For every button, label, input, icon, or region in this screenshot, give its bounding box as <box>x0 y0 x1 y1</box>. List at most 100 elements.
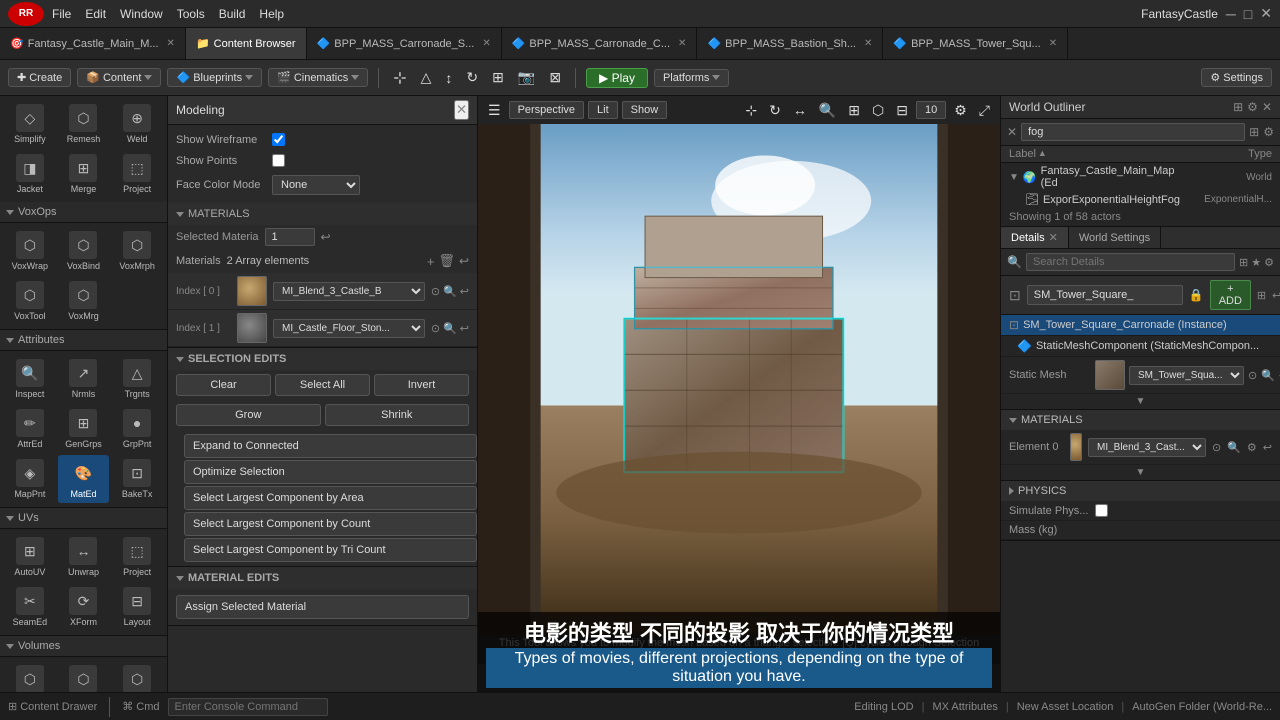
camera-icon[interactable]: 📷 <box>514 67 539 88</box>
menu-edit[interactable]: Edit <box>85 7 106 21</box>
detail-list-item-instance[interactable]: ⊡ SM_Tower_Square_Carronade (Instance) <box>1001 315 1280 336</box>
tab-bpp-mass-2[interactable]: 🔷 BPP_MASS_Carronade_C... ✕ <box>502 28 698 59</box>
tab-bpp-mass-1[interactable]: 🔷 BPP_MASS_Carronade_S... ✕ <box>307 28 502 59</box>
tool-seamed[interactable]: ✂SeamEd <box>4 583 56 631</box>
pan-vp-icon[interactable]: ↔ <box>789 100 811 120</box>
grid-vp-icon[interactable]: ⊞ <box>844 100 864 121</box>
lit-button[interactable]: Lit <box>588 101 618 119</box>
outliner-search-export[interactable]: ⊞ <box>1249 125 1259 139</box>
element-search-btn[interactable]: 🔍 <box>1227 441 1241 454</box>
selection-edits-header[interactable]: SELECTION EdIts <box>168 348 477 370</box>
outliner-action-1[interactable]: ⊞ <box>1233 100 1243 114</box>
material-select-1[interactable]: MI_Castle_Floor_Ston... <box>273 319 425 338</box>
select-all-button[interactable]: Select All <box>275 374 370 396</box>
add-material-button[interactable]: + <box>427 253 435 269</box>
details-settings-btn[interactable]: ⚙ <box>1264 256 1274 269</box>
details-materials-header[interactable]: MATERIALS <box>1001 410 1280 430</box>
material-navigate-1[interactable]: ⊙ <box>431 322 440 335</box>
tool-inspect[interactable]: 🔍 Inspect <box>4 355 56 403</box>
mesh-navigate-btn[interactable]: ⊙ <box>1248 369 1257 382</box>
show-points-checkbox[interactable] <box>272 154 285 167</box>
physics-simulate-checkbox[interactable] <box>1095 504 1108 517</box>
tool-project[interactable]: ⬚ Project <box>111 150 163 198</box>
tool-nrmls[interactable]: ↗ Nrmls <box>58 355 110 403</box>
face-color-select[interactable]: None PolyGroups UV Islands Material ID <box>272 175 360 195</box>
tab-fantasy-castle[interactable]: 🎯 Fantasy_Castle_Main_M... ✕ <box>0 28 186 59</box>
settings-button[interactable]: ⚙ Settings <box>1201 68 1272 87</box>
tool-msh2vol[interactable]: ⬡Msh2Vol <box>58 661 110 692</box>
tool-voxtool[interactable]: ⬡ VoxTool <box>4 277 56 325</box>
element-select-0[interactable]: MI_Blend_3_Cast... <box>1088 438 1206 457</box>
uvs-header[interactable]: UVs <box>0 508 167 529</box>
rotate-icon[interactable]: ↻ <box>462 67 482 88</box>
world-settings-tab[interactable]: World Settings <box>1069 227 1161 248</box>
optimize-selection-button[interactable]: Optimize Selection <box>184 460 477 484</box>
move-icon[interactable]: △ <box>417 67 436 88</box>
tool-bspconv[interactable]: ⬡BSPconv <box>111 661 163 692</box>
scale-icon[interactable]: ⊞ <box>488 67 508 88</box>
tool-xform[interactable]: ⟳XForm <box>58 583 110 631</box>
tab-close-icon[interactable]: ✕ <box>1049 38 1057 49</box>
select-icon[interactable]: ⊹ <box>389 66 410 90</box>
tool-voxmrg[interactable]: ⬡ VoxMrg <box>58 277 110 325</box>
details-tab-close[interactable]: ✕ <box>1049 231 1058 244</box>
menu-file[interactable]: File <box>52 7 71 21</box>
menu-help[interactable]: Help <box>259 7 284 21</box>
show-wireframe-checkbox[interactable] <box>272 133 285 146</box>
material-edits-header[interactable]: MATERIAL EDITS <box>168 567 477 589</box>
viewport-menu-icon[interactable]: ☰ <box>484 100 505 121</box>
material-select-0[interactable]: MI_Blend_3_Castle_B <box>273 282 425 301</box>
tool-simplify[interactable]: ◇ Simplify <box>4 100 56 148</box>
grow-button[interactable]: Grow <box>176 404 321 426</box>
element-undo-btn[interactable]: ↩ <box>1263 441 1272 454</box>
materials-expand-row[interactable]: ▼ <box>1001 465 1280 480</box>
mesh-select[interactable]: SM_Tower_Squa... <box>1129 366 1244 385</box>
details-tab[interactable]: Details ✕ <box>1001 227 1069 248</box>
menu-tools[interactable]: Tools <box>177 7 205 21</box>
minimize-btn[interactable]: ─ <box>1226 6 1236 22</box>
add-component-button[interactable]: + ADD <box>1210 280 1251 310</box>
menu-window[interactable]: Window <box>120 7 163 21</box>
menu-build[interactable]: Build <box>219 7 246 21</box>
wireframe-vp-icon[interactable]: ⬡ <box>868 100 888 121</box>
component-settings-btn[interactable]: ⊞ <box>1257 289 1266 302</box>
blueprints-button[interactable]: 🔷 Blueprints <box>167 68 262 87</box>
outliner-settings-button[interactable]: ⚙ <box>1247 100 1258 114</box>
materials-section-header[interactable]: MATERIALS <box>168 203 477 225</box>
select-largest-tricount-button[interactable]: Select Largest Component by Tri Count <box>184 538 477 562</box>
invert-button[interactable]: Invert <box>374 374 469 396</box>
material-navigate-0[interactable]: ⊙ <box>431 285 440 298</box>
content-drawer-button[interactable]: ⊞ Content Drawer <box>8 700 97 713</box>
details-search-input[interactable] <box>1026 253 1235 271</box>
platforms-button[interactable]: Platforms <box>654 69 729 87</box>
tab-content-browser[interactable]: 📁 Content Browser <box>186 28 307 59</box>
undo-materials-button[interactable]: ↩ <box>459 253 469 269</box>
lod-value-button[interactable]: 10 <box>916 101 946 119</box>
maximize-btn[interactable]: □ <box>1244 6 1252 22</box>
component-undo-btn[interactable]: ↩ <box>1272 289 1280 302</box>
cmd-button[interactable]: ⌘ Cmd <box>122 700 159 713</box>
undo-button[interactable]: ↩ <box>321 230 331 244</box>
assign-material-button[interactable]: Assign Selected Material <box>176 595 469 619</box>
translate-icon[interactable]: ↕ <box>441 68 456 88</box>
tool-volmsh[interactable]: ⬡VolMsh <box>4 661 56 692</box>
tool-gengrps[interactable]: ⊞ GenGrps <box>58 405 110 453</box>
tool-mated[interactable]: 🎨 MatEd <box>58 455 110 503</box>
tool-remesh[interactable]: ⬡ Remesh <box>58 100 110 148</box>
show-button[interactable]: Show <box>622 101 668 119</box>
voxops-header[interactable]: VoxOps <box>0 202 167 223</box>
tree-item-fantasy[interactable]: ▼ 🌍 Fantasy_Castle_Main_Map (Ed World <box>1001 163 1280 191</box>
tool-attred[interactable]: ✏ AttrEd <box>4 405 56 453</box>
tool-unwrap[interactable]: ↔Unwrap <box>58 533 110 581</box>
select-vp-icon[interactable]: ⊹ <box>741 100 761 121</box>
tool-baketx[interactable]: ⊡ BakeTx <box>111 455 163 503</box>
tab-bpp-tower[interactable]: 🔷 BPP_MASS_Tower_Squ... ✕ <box>883 28 1068 59</box>
tab-close-icon[interactable]: ✕ <box>864 38 872 49</box>
cinematics-button[interactable]: 🎬 Cinematics <box>268 68 368 87</box>
tool-grppnt[interactable]: ● GrpPnt <box>111 405 163 453</box>
material-undo-0[interactable]: ↩ <box>460 285 469 298</box>
outliner-search-input[interactable] <box>1021 123 1245 141</box>
outliner-close-button[interactable]: ✕ <box>1262 100 1272 114</box>
play-button[interactable]: ▶ Play <box>586 68 648 88</box>
console-input[interactable] <box>168 698 328 716</box>
